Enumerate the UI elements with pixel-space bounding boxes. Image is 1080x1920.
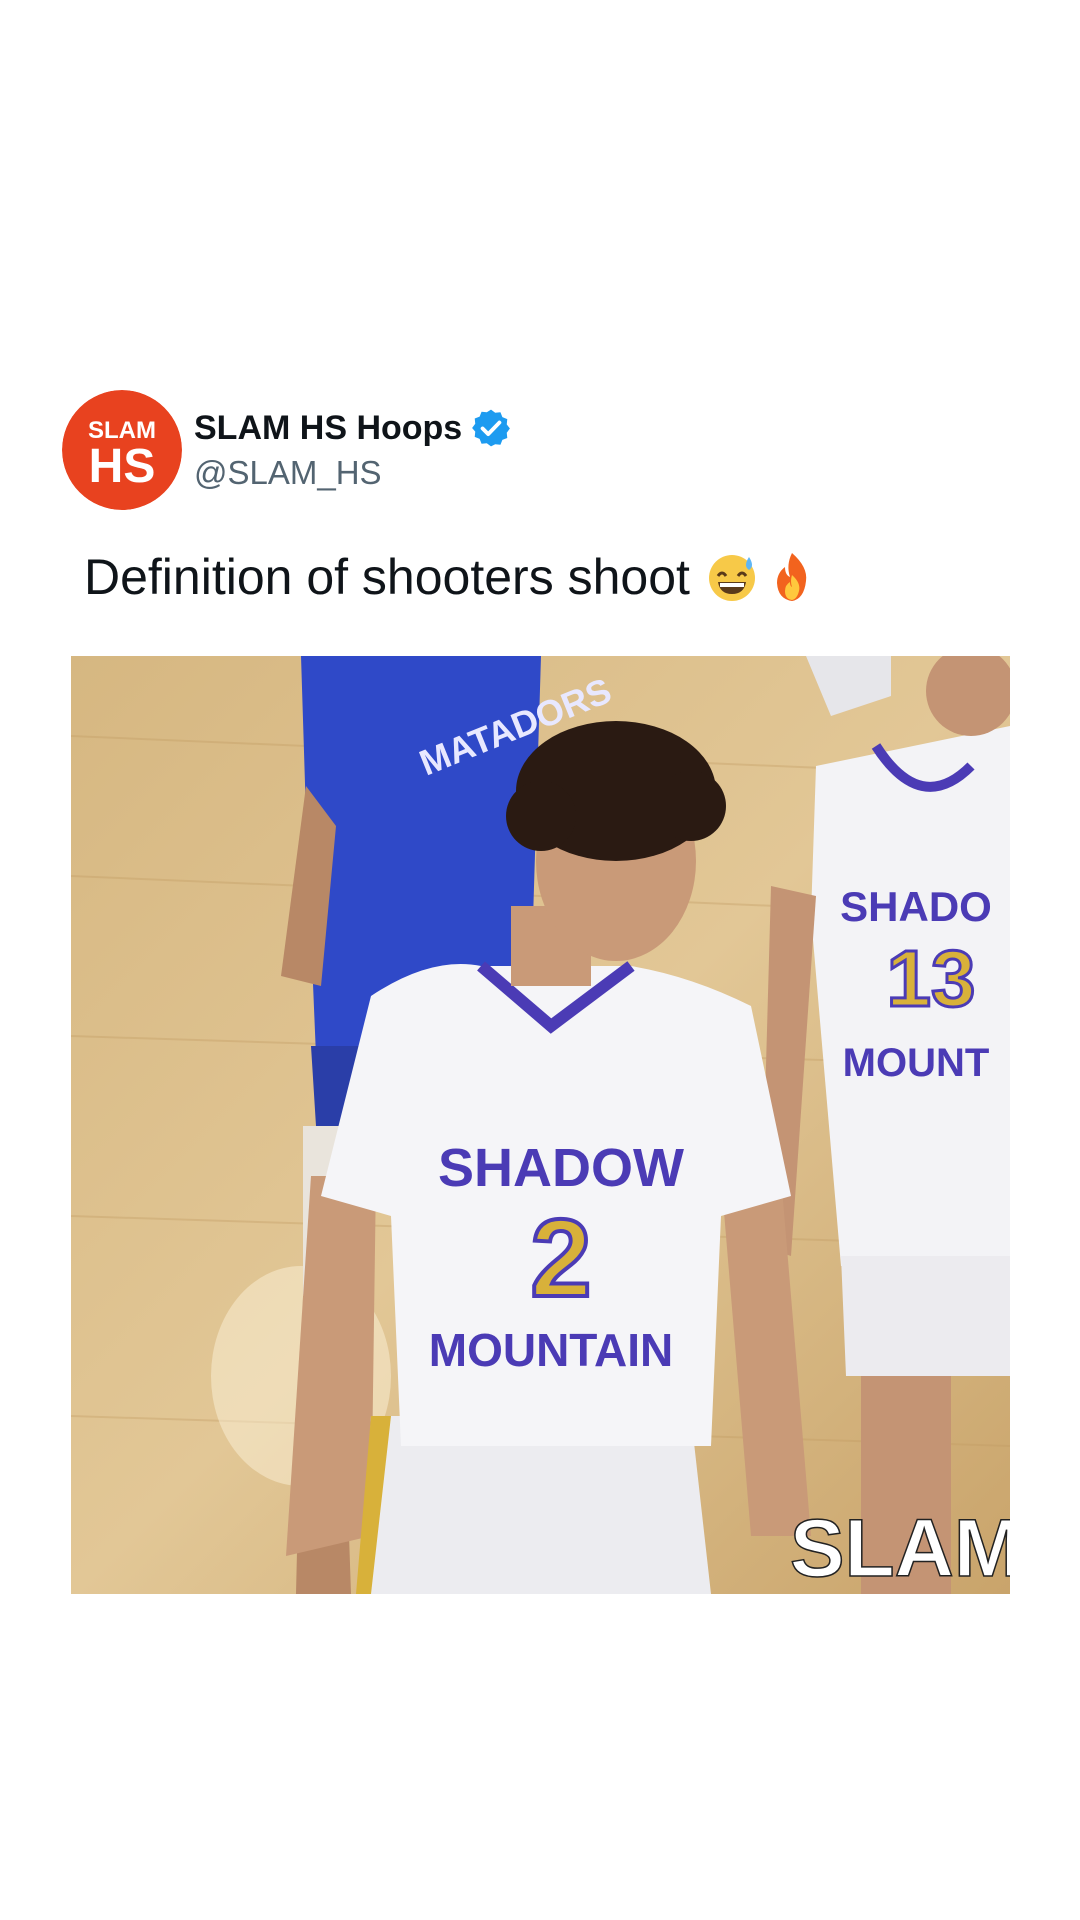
post-screen: SLAM HS SLAM HS Hoops @SLAM_HS Definitio… [0, 0, 1080, 1920]
jersey-team-bottom: MOUNTAIN [429, 1324, 673, 1376]
post-media-video[interactable]: MATADORS SHADO 13 MOUNT SHADOW 2 MOUNTAI… [71, 656, 1010, 1594]
basketball-video-frame: MATADORS SHADO 13 MOUNT SHADOW 2 MOUNTAI… [71, 656, 1010, 1594]
avatar[interactable]: SLAM HS [62, 390, 182, 510]
slam-hs-logo-icon: SLAM HS [62, 390, 182, 510]
tweet-text-body: Definition of shooters shoot [84, 549, 690, 605]
grinning-sweat-emoji-icon [708, 555, 755, 601]
avatar-bottom-text: HS [89, 440, 156, 493]
jersey-team-top: SHADOW [438, 1138, 684, 1198]
jersey-number: 2 [530, 1197, 591, 1320]
teammate-number: 13 [887, 934, 976, 1023]
name-row: SLAM HS Hoops [194, 408, 512, 448]
teammate-team-top: SHADO [840, 883, 992, 930]
verified-badge-icon [472, 409, 511, 447]
slam-watermark: SLAM [790, 1503, 1010, 1594]
fire-emoji-icon [776, 553, 807, 601]
tweet-header: SLAM HS SLAM HS Hoops @SLAM_HS [62, 390, 1022, 510]
tweet-text: Definition of shooters shoot [84, 548, 1004, 606]
teammate-team-bottom: MOUNT [843, 1041, 990, 1085]
handle[interactable]: @SLAM_HS [194, 454, 382, 492]
display-name[interactable]: SLAM HS Hoops [194, 409, 462, 448]
